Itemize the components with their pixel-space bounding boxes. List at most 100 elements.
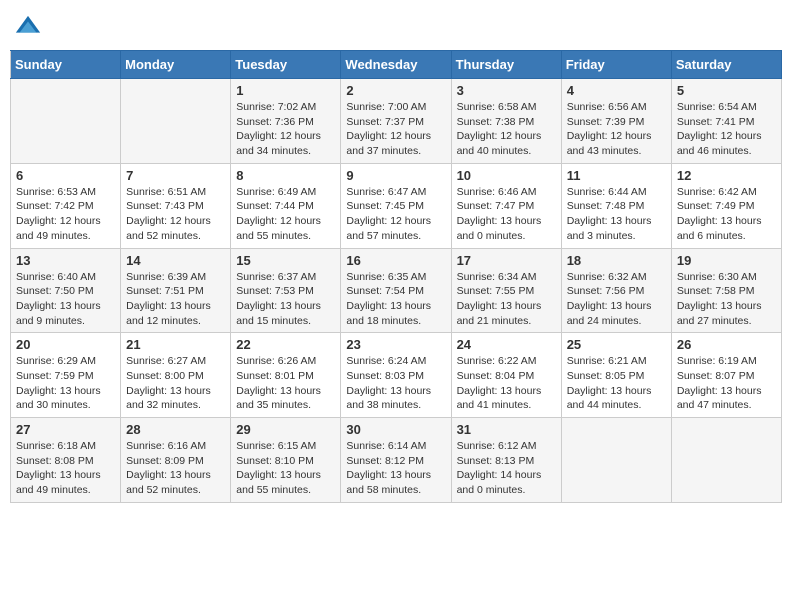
calendar-week-row: 6 Sunrise: 6:53 AM Sunset: 7:42 PM Daylig… (11, 163, 782, 248)
day-number: 25 (567, 337, 666, 352)
calendar-cell: 5 Sunrise: 6:54 AM Sunset: 7:41 PM Daylig… (671, 79, 781, 164)
calendar-cell: 7Sunrise: 6:51 AM Sunset: 7:43 PM Daylig… (121, 163, 231, 248)
day-number: 21 (126, 337, 225, 352)
day-number: 10 (457, 168, 556, 183)
calendar-cell: 1 Sunrise: 7:02 AM Sunset: 7:36 PM Daylig… (231, 79, 341, 164)
day-info: Sunrise: 6:21 AM Sunset: 8:05 PM Dayligh… (567, 354, 666, 413)
calendar-cell: 15Sunrise: 6:37 AM Sunset: 7:53 PM Dayli… (231, 248, 341, 333)
day-info: Sunrise: 7:02 AM Sunset: 7:36 PM Dayligh… (236, 100, 335, 159)
day-info: Sunrise: 6:39 AM Sunset: 7:51 PM Dayligh… (126, 270, 225, 329)
day-info: Sunrise: 6:32 AM Sunset: 7:56 PM Dayligh… (567, 270, 666, 329)
day-number: 17 (457, 253, 556, 268)
calendar-cell: 28 Sunrise: 6:16 AM Sunset: 8:09 PM Dayli… (121, 418, 231, 503)
day-info: Sunrise: 6:47 AM Sunset: 7:45 PM Dayligh… (346, 185, 445, 244)
day-info: Sunrise: 6:29 AM Sunset: 7:59 PM Dayligh… (16, 354, 115, 413)
day-info: Sunrise: 6:42 AM Sunset: 7:49 PM Dayligh… (677, 185, 776, 244)
day-info: Sunrise: 6:49 AM Sunset: 7:44 PM Dayligh… (236, 185, 335, 244)
calendar-cell: 29Sunrise: 6:15 AM Sunset: 8:10 PM Dayli… (231, 418, 341, 503)
day-number: 18 (567, 253, 666, 268)
calendar-cell: 31 Sunrise: 6:12 AM Sunset: 8:13 PM Dayli… (451, 418, 561, 503)
calendar-cell: 24 Sunrise: 6:22 AM Sunset: 8:04 PM Dayli… (451, 333, 561, 418)
calendar-table: SundayMondayTuesdayWednesdayThursdayFrid… (10, 50, 782, 503)
calendar-cell: 8 Sunrise: 6:49 AM Sunset: 7:44 PM Daylig… (231, 163, 341, 248)
day-header-sunday: Sunday (11, 51, 121, 79)
calendar-cell: 2Sunrise: 7:00 AM Sunset: 7:37 PM Daylig… (341, 79, 451, 164)
calendar-cell: 23 Sunrise: 6:24 AM Sunset: 8:03 PM Dayli… (341, 333, 451, 418)
day-header-saturday: Saturday (671, 51, 781, 79)
day-number: 24 (457, 337, 556, 352)
day-info: Sunrise: 6:18 AM Sunset: 8:08 PM Dayligh… (16, 439, 115, 498)
calendar-cell (11, 79, 121, 164)
calendar-cell: 20 Sunrise: 6:29 AM Sunset: 7:59 PM Dayli… (11, 333, 121, 418)
day-number: 3 (457, 83, 556, 98)
day-info: Sunrise: 6:19 AM Sunset: 8:07 PM Dayligh… (677, 354, 776, 413)
day-info: Sunrise: 6:35 AM Sunset: 7:54 PM Dayligh… (346, 270, 445, 329)
day-info: Sunrise: 6:58 AM Sunset: 7:38 PM Dayligh… (457, 100, 556, 159)
day-header-wednesday: Wednesday (341, 51, 451, 79)
day-number: 30 (346, 422, 445, 437)
day-number: 13 (16, 253, 115, 268)
calendar-cell: 12Sunrise: 6:42 AM Sunset: 7:49 PM Dayli… (671, 163, 781, 248)
day-info: Sunrise: 6:40 AM Sunset: 7:50 PM Dayligh… (16, 270, 115, 329)
logo-icon (14, 14, 42, 42)
day-info: Sunrise: 6:16 AM Sunset: 8:09 PM Dayligh… (126, 439, 225, 498)
day-number: 31 (457, 422, 556, 437)
day-info: Sunrise: 6:24 AM Sunset: 8:03 PM Dayligh… (346, 354, 445, 413)
day-info: Sunrise: 6:54 AM Sunset: 7:41 PM Dayligh… (677, 100, 776, 159)
page-header (10, 10, 782, 42)
calendar-cell: 27Sunrise: 6:18 AM Sunset: 8:08 PM Dayli… (11, 418, 121, 503)
day-header-friday: Friday (561, 51, 671, 79)
calendar-cell: 26 Sunrise: 6:19 AM Sunset: 8:07 PM Dayli… (671, 333, 781, 418)
day-number: 11 (567, 168, 666, 183)
calendar-cell: 13 Sunrise: 6:40 AM Sunset: 7:50 PM Dayli… (11, 248, 121, 333)
calendar-cell: 11 Sunrise: 6:44 AM Sunset: 7:48 PM Dayli… (561, 163, 671, 248)
calendar-cell: 14 Sunrise: 6:39 AM Sunset: 7:51 PM Dayli… (121, 248, 231, 333)
day-info: Sunrise: 6:37 AM Sunset: 7:53 PM Dayligh… (236, 270, 335, 329)
day-info: Sunrise: 6:44 AM Sunset: 7:48 PM Dayligh… (567, 185, 666, 244)
day-info: Sunrise: 6:27 AM Sunset: 8:00 PM Dayligh… (126, 354, 225, 413)
day-number: 22 (236, 337, 335, 352)
day-number: 4 (567, 83, 666, 98)
day-info: Sunrise: 6:26 AM Sunset: 8:01 PM Dayligh… (236, 354, 335, 413)
day-number: 20 (16, 337, 115, 352)
day-number: 28 (126, 422, 225, 437)
day-header-monday: Monday (121, 51, 231, 79)
day-header-tuesday: Tuesday (231, 51, 341, 79)
calendar-week-row: 20 Sunrise: 6:29 AM Sunset: 7:59 PM Dayli… (11, 333, 782, 418)
day-info: Sunrise: 6:53 AM Sunset: 7:42 PM Dayligh… (16, 185, 115, 244)
day-number: 19 (677, 253, 776, 268)
calendar-week-row: 1 Sunrise: 7:02 AM Sunset: 7:36 PM Daylig… (11, 79, 782, 164)
day-number: 23 (346, 337, 445, 352)
day-info: Sunrise: 7:00 AM Sunset: 7:37 PM Dayligh… (346, 100, 445, 159)
day-number: 8 (236, 168, 335, 183)
calendar-cell: 10Sunrise: 6:46 AM Sunset: 7:47 PM Dayli… (451, 163, 561, 248)
calendar-cell (561, 418, 671, 503)
day-number: 6 (16, 168, 115, 183)
day-number: 16 (346, 253, 445, 268)
day-info: Sunrise: 6:22 AM Sunset: 8:04 PM Dayligh… (457, 354, 556, 413)
calendar-cell: 9 Sunrise: 6:47 AM Sunset: 7:45 PM Daylig… (341, 163, 451, 248)
calendar-cell: 21 Sunrise: 6:27 AM Sunset: 8:00 PM Dayli… (121, 333, 231, 418)
logo (14, 10, 44, 42)
calendar-cell (121, 79, 231, 164)
day-number: 29 (236, 422, 335, 437)
day-number: 5 (677, 83, 776, 98)
calendar-cell: 25 Sunrise: 6:21 AM Sunset: 8:05 PM Dayli… (561, 333, 671, 418)
day-info: Sunrise: 6:51 AM Sunset: 7:43 PM Dayligh… (126, 185, 225, 244)
day-info: Sunrise: 6:56 AM Sunset: 7:39 PM Dayligh… (567, 100, 666, 159)
calendar-cell: 18 Sunrise: 6:32 AM Sunset: 7:56 PM Dayli… (561, 248, 671, 333)
day-info: Sunrise: 6:34 AM Sunset: 7:55 PM Dayligh… (457, 270, 556, 329)
calendar-week-row: 13 Sunrise: 6:40 AM Sunset: 7:50 PM Dayli… (11, 248, 782, 333)
calendar-cell: 17 Sunrise: 6:34 AM Sunset: 7:55 PM Dayli… (451, 248, 561, 333)
calendar-cell: 30Sunrise: 6:14 AM Sunset: 8:12 PM Dayli… (341, 418, 451, 503)
calendar-cell: 22 Sunrise: 6:26 AM Sunset: 8:01 PM Dayli… (231, 333, 341, 418)
day-header-thursday: Thursday (451, 51, 561, 79)
calendar-cell: 19Sunrise: 6:30 AM Sunset: 7:58 PM Dayli… (671, 248, 781, 333)
day-number: 9 (346, 168, 445, 183)
day-number: 14 (126, 253, 225, 268)
calendar-header-row: SundayMondayTuesdayWednesdayThursdayFrid… (11, 51, 782, 79)
day-number: 26 (677, 337, 776, 352)
calendar-cell: 4 Sunrise: 6:56 AM Sunset: 7:39 PM Daylig… (561, 79, 671, 164)
day-info: Sunrise: 6:12 AM Sunset: 8:13 PM Dayligh… (457, 439, 556, 498)
day-number: 1 (236, 83, 335, 98)
